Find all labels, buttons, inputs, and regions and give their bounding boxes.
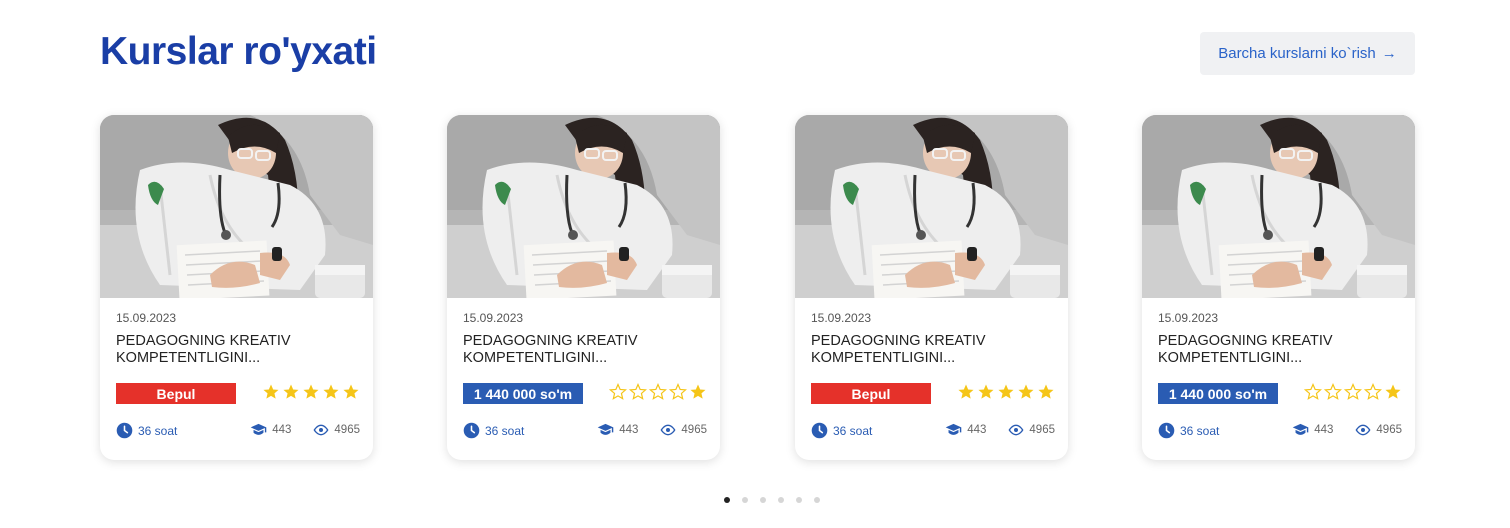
star-filled-icon: [998, 384, 1014, 399]
star-filled-icon: [1018, 384, 1034, 399]
carousel-pagination: [724, 497, 820, 503]
pagination-dot[interactable]: [724, 497, 730, 503]
course-image: [447, 115, 720, 298]
star-filled-icon: [263, 384, 279, 399]
course-title[interactable]: PEDAGOGNING KREATIV KOMPETENTLIGINI...: [116, 333, 356, 367]
course-card[interactable]: 15.09.2023 PEDAGOGNING KREATIV KOMPETENT…: [447, 115, 720, 460]
course-rating: [609, 383, 707, 401]
course-title[interactable]: PEDAGOGNING KREATIV KOMPETENTLIGINI...: [1158, 333, 1398, 367]
star-empty-icon: [609, 383, 627, 400]
eye-icon: [313, 424, 329, 435]
star-filled-icon: [690, 384, 706, 399]
duration-text: 36 soat: [138, 423, 178, 438]
course-date: 15.09.2023: [463, 311, 524, 325]
course-rating: [957, 383, 1055, 401]
star-empty-icon: [629, 383, 647, 400]
arrow-right-icon: →: [1381, 45, 1397, 62]
course-date: 15.09.2023: [811, 311, 872, 325]
course-price-badge: 1 440 000 so'm: [463, 383, 583, 404]
course-price-badge: Bepul: [116, 383, 236, 404]
duration-text: 36 soat: [1180, 423, 1220, 438]
see-all-courses-button[interactable]: Barcha kurslarni ko`rish →: [1200, 32, 1415, 75]
clock-icon: [463, 422, 480, 439]
duration-text: 36 soat: [485, 423, 525, 438]
course-stats: 443 4965: [945, 423, 1055, 436]
clock-icon: [116, 422, 133, 439]
course-stats: 443 4965: [250, 423, 360, 436]
pagination-dot[interactable]: [814, 497, 820, 503]
clock-icon: [811, 422, 828, 439]
course-image: [795, 115, 1068, 298]
star-filled-icon: [958, 384, 974, 399]
students-count: 443: [1314, 423, 1334, 436]
pagination-dot[interactable]: [742, 497, 748, 503]
star-filled-icon: [343, 384, 359, 399]
students-count: 443: [967, 423, 987, 436]
pagination-dot[interactable]: [760, 497, 766, 503]
course-title[interactable]: PEDAGOGNING KREATIV KOMPETENTLIGINI...: [463, 333, 703, 367]
clock-icon: [1158, 422, 1175, 439]
graduation-cap-icon: [945, 423, 962, 435]
course-title[interactable]: PEDAGOGNING KREATIV KOMPETENTLIGINI...: [811, 333, 1051, 367]
course-image: [1142, 115, 1415, 298]
pagination-dot[interactable]: [778, 497, 784, 503]
course-duration: 36 soat: [116, 422, 177, 439]
views-count: 4965: [681, 423, 707, 436]
see-all-label: Barcha kurslarni ko`rish: [1218, 45, 1376, 62]
course-duration: 36 soat: [1158, 422, 1219, 439]
star-filled-icon: [1038, 384, 1054, 399]
views-count: 4965: [1376, 423, 1402, 436]
star-filled-icon: [303, 384, 319, 399]
graduation-cap-icon: [597, 423, 614, 435]
star-filled-icon: [978, 384, 994, 399]
eye-icon: [1008, 424, 1024, 435]
course-price-badge: Bepul: [811, 383, 931, 404]
course-rating: [1304, 383, 1402, 401]
course-duration: 36 soat: [463, 422, 524, 439]
star-empty-icon: [1304, 383, 1322, 400]
star-filled-icon: [323, 384, 339, 399]
course-card[interactable]: 15.09.2023 PEDAGOGNING KREATIV KOMPETENT…: [795, 115, 1068, 460]
course-price-badge: 1 440 000 so'm: [1158, 383, 1278, 404]
star-empty-icon: [669, 383, 687, 400]
star-empty-icon: [1344, 383, 1362, 400]
pagination-dot[interactable]: [796, 497, 802, 503]
star-empty-icon: [1364, 383, 1382, 400]
duration-text: 36 soat: [833, 423, 873, 438]
graduation-cap-icon: [250, 423, 267, 435]
course-duration: 36 soat: [811, 422, 872, 439]
course-image: [100, 115, 373, 298]
eye-icon: [1355, 424, 1371, 435]
course-stats: 443 4965: [1292, 423, 1402, 436]
star-empty-icon: [1324, 383, 1342, 400]
students-count: 443: [272, 423, 292, 436]
eye-icon: [660, 424, 676, 435]
course-card[interactable]: 15.09.2023 PEDAGOGNING KREATIV KOMPETENT…: [1142, 115, 1415, 460]
students-count: 443: [619, 423, 639, 436]
course-stats: 443 4965: [597, 423, 707, 436]
course-date: 15.09.2023: [116, 311, 177, 325]
views-count: 4965: [334, 423, 360, 436]
graduation-cap-icon: [1292, 423, 1309, 435]
star-filled-icon: [283, 384, 299, 399]
star-filled-icon: [1385, 384, 1401, 399]
course-rating: [262, 383, 360, 401]
star-empty-icon: [649, 383, 667, 400]
page-title: Kurslar ro'yxati: [100, 30, 377, 73]
course-date: 15.09.2023: [1158, 311, 1219, 325]
course-card[interactable]: 15.09.2023 PEDAGOGNING KREATIV KOMPETENT…: [100, 115, 373, 460]
views-count: 4965: [1029, 423, 1055, 436]
